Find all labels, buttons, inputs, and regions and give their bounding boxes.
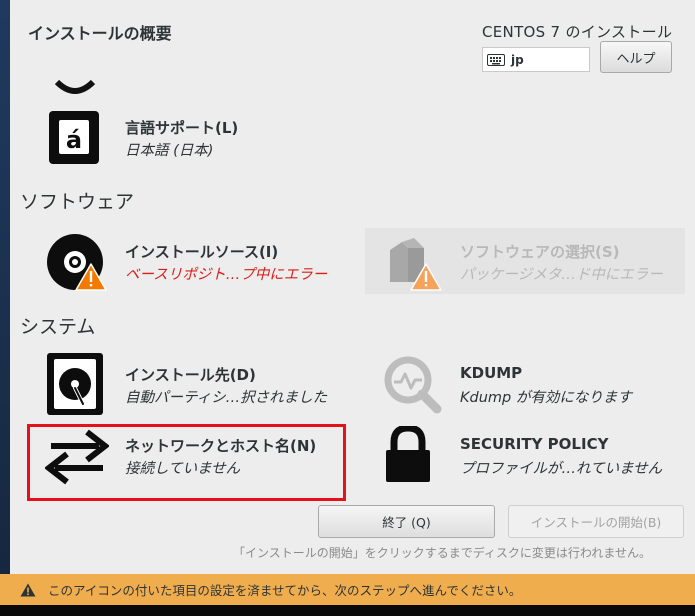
localization-icon-partial [55, 80, 95, 94]
highlight-frame [27, 424, 346, 501]
spoke-language-status: 日本語 (日本) [125, 143, 214, 159]
warning-message: このアイコンの付いた項目の設定を済ませてから、次のステップへ進んでください。 [48, 583, 522, 598]
harddisk-icon [47, 353, 103, 415]
spoke-software-selection-title: ソフトウェアの選択(S) [460, 243, 620, 261]
section-software: ソフトウェア [20, 191, 135, 213]
spoke-security-policy[interactable]: SECURITY POLICY プロファイルが…れていません [380, 426, 685, 488]
spoke-install-source[interactable]: インストールソース(I) ベースリポジト…プ中にエラー [45, 232, 365, 294]
quit-button[interactable]: 終了 (Q) [318, 505, 495, 538]
keyboard-layout-indicator[interactable]: jp [482, 47, 590, 72]
lock-icon [386, 426, 430, 482]
product-title: CENTOS 7 のインストール [482, 23, 673, 41]
page-title: インストールの概要 [28, 24, 172, 43]
section-system: システム [20, 316, 96, 338]
spoke-software-selection[interactable]: ソフトウェアの選択(S) パッケージメタ…ド中にエラー [380, 232, 685, 294]
package-icon [390, 238, 442, 291]
spoke-kdump-title: KDUMP [460, 364, 523, 382]
begin-installation-button[interactable]: インストールの開始(B) [508, 505, 684, 538]
spoke-install-destination[interactable]: インストール先(D) 自動パーティシ…択されました [45, 352, 365, 416]
help-button[interactable]: ヘルプ [600, 41, 672, 73]
sidebar-edge [0, 0, 10, 574]
keyboard-icon [487, 53, 505, 66]
language-icon: á [49, 111, 99, 164]
keyboard-layout-label: jp [511, 52, 524, 67]
warning-bar: このアイコンの付いた項目の設定を済ませてから、次のステップへ進んでください。 [0, 574, 695, 605]
spoke-kdump[interactable]: KDUMP Kdump が有効になります [380, 352, 685, 416]
spoke-software-selection-status: パッケージメタ…ド中にエラー [460, 267, 663, 283]
spoke-install-source-title: インストールソース(I) [125, 243, 279, 261]
spoke-install-destination-status: 自動パーティシ…択されました [125, 390, 328, 406]
search-icon [384, 356, 442, 414]
spoke-install-destination-title: インストール先(D) [125, 366, 256, 384]
svg-text:á: á [66, 126, 82, 154]
spoke-install-source-status: ベースリポジト…プ中にエラー [125, 267, 328, 283]
bottom-border [0, 605, 695, 616]
spoke-kdump-status: Kdump が有効になります [460, 390, 632, 406]
spoke-language[interactable]: á 言語サポート(L) 日本語 (日本) [45, 108, 365, 166]
spoke-security-policy-status: プロファイルが…れていません [460, 461, 663, 477]
footnote: 「インストールの開始」をクリックするまでディスクに変更は行われません。 [233, 546, 651, 560]
warning-icon [20, 583, 36, 596]
disc-icon [47, 234, 107, 291]
spoke-security-policy-title: SECURITY POLICY [460, 435, 609, 453]
spoke-language-title: 言語サポート(L) [125, 119, 239, 137]
